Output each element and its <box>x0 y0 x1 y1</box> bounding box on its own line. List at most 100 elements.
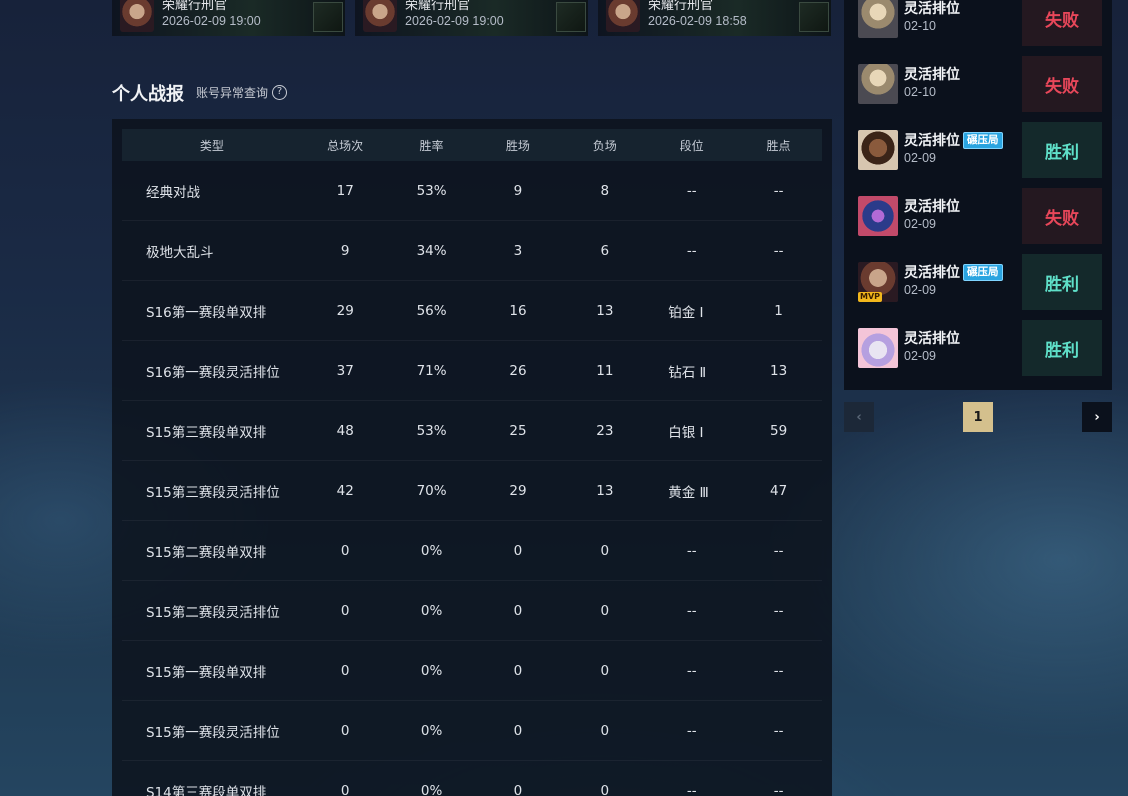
cell-losses: 13 <box>596 302 614 319</box>
table-row: S16第一赛段灵活排位 37 71% 26 11 钻石 Ⅱ 13 <box>122 341 822 401</box>
champion-avatar <box>858 64 898 104</box>
page-number-current[interactable]: 1 <box>963 402 993 432</box>
cell-type: S16第一赛段灵活排位 <box>146 364 280 381</box>
cell-wins: 16 <box>509 302 527 319</box>
cell-lp: -- <box>773 602 784 619</box>
match-item[interactable]: 灵活排位 碾压局 02-09 胜利 <box>844 122 1112 178</box>
cell-losses: 0 <box>600 542 610 559</box>
match-mode-label: 灵活排位 <box>904 1 960 17</box>
match-mode: 灵活排位 <box>904 64 960 84</box>
cell-losses: 8 <box>600 182 610 199</box>
cell-rank: -- <box>686 542 697 559</box>
match-item[interactable]: 灵活排位 02-10 失败 <box>844 56 1112 112</box>
match-time: 2026-02-09 19:00 <box>405 14 504 28</box>
table-row: 极地大乱斗 9 34% 3 6 -- -- <box>122 221 822 281</box>
match-mode: 灵活排位 <box>904 0 960 18</box>
cell-type: S15第一赛段单双排 <box>146 664 267 681</box>
cell-lp: -- <box>773 542 784 559</box>
match-time: 2026-02-09 18:58 <box>648 14 747 28</box>
match-item[interactable]: MVP 灵活排位 碾压局 02-09 胜利 <box>844 254 1112 310</box>
cell-winrate: 53% <box>416 182 447 199</box>
item-icon <box>799 2 829 32</box>
match-mode-label: 灵活排位 <box>904 265 960 281</box>
match-date: 02-09 <box>904 151 936 165</box>
next-page-button[interactable]: › <box>1082 402 1112 432</box>
cell-rank: -- <box>686 722 697 739</box>
cell-winrate: 0% <box>420 662 443 679</box>
cell-winrate: 56% <box>416 302 447 319</box>
cell-wins: 26 <box>509 362 527 379</box>
match-date: 02-09 <box>904 283 936 297</box>
cell-rank: -- <box>686 782 697 796</box>
cell-lp: -- <box>773 242 784 259</box>
header-rank: 段位 <box>679 138 704 153</box>
result-win: 胜利 <box>1022 254 1102 310</box>
champion-avatar <box>858 196 898 236</box>
cell-lp: -- <box>773 722 784 739</box>
match-mode-label: 灵活排位 <box>904 67 960 83</box>
recent-match-card[interactable]: 荣耀行刑官 2026-02-09 19:00 <box>355 0 588 36</box>
champion-avatar <box>858 0 898 38</box>
table-row: S15第二赛段单双排 0 0% 0 0 -- -- <box>122 521 822 581</box>
cell-lp: 59 <box>770 422 788 439</box>
cell-total: 42 <box>336 482 354 499</box>
section-title: 个人战报 <box>112 84 184 105</box>
recent-match-card[interactable]: 荣耀行刑官 2026-02-09 19:00 <box>112 0 345 36</box>
table-row: S14第三赛段单双排 0 0% 0 0 -- -- <box>122 761 822 796</box>
cell-total: 17 <box>336 182 354 199</box>
account-anomaly-link[interactable]: 账号异常查询 ? <box>196 84 288 101</box>
champion-name: 荣耀行刑官 <box>405 0 471 13</box>
result-win: 胜利 <box>1022 122 1102 178</box>
match-item[interactable]: 灵活排位 02-10 失败 <box>844 0 1112 46</box>
cell-total: 9 <box>340 242 350 259</box>
cell-type: 经典对战 <box>146 184 200 201</box>
match-mode-label: 灵活排位 <box>904 331 960 347</box>
cell-losses: 23 <box>596 422 614 439</box>
match-item[interactable]: 灵活排位 02-09 失败 <box>844 188 1112 244</box>
champion-avatar <box>363 0 397 32</box>
champion-avatar <box>606 0 640 32</box>
match-history-list: 灵活排位 02-10 失败 灵活排位 02-10 失败 灵活排位 碾压局 02-09 胜利 灵活排位… <box>844 0 1112 390</box>
match-item[interactable]: 灵活排位 02-09 胜利 <box>844 320 1112 376</box>
match-mode-label: 灵活排位 <box>904 133 960 149</box>
item-icon <box>556 2 586 32</box>
cell-type: 极地大乱斗 <box>146 244 214 261</box>
match-date: 02-09 <box>904 349 936 363</box>
cell-rank: -- <box>686 242 697 259</box>
table-row: S15第一赛段单双排 0 0% 0 0 -- -- <box>122 641 822 701</box>
cell-type: S14第三赛段单双排 <box>146 784 267 796</box>
cell-type: S15第三赛段单双排 <box>146 424 267 441</box>
cell-wins: 29 <box>509 482 527 499</box>
help-icon[interactable]: ? <box>272 85 288 100</box>
match-mode: 灵活排位 碾压局 <box>904 262 1003 282</box>
result-lose: 失败 <box>1022 0 1102 46</box>
champion-avatar <box>858 328 898 368</box>
cell-winrate: 53% <box>416 422 447 439</box>
match-mode: 灵活排位 <box>904 196 960 216</box>
prev-page-button[interactable]: ‹ <box>844 402 874 432</box>
recent-match-card[interactable]: 荣耀行刑官 2026-02-09 18:58 <box>598 0 831 36</box>
cell-total: 0 <box>340 542 350 559</box>
account-anomaly-label: 账号异常查询 <box>196 86 269 100</box>
result-lose: 失败 <box>1022 188 1102 244</box>
cell-wins: 0 <box>513 662 523 679</box>
cell-wins: 0 <box>513 542 523 559</box>
champion-avatar <box>120 0 154 32</box>
stats-table: 类型 总场次 胜率 胜场 负场 段位 胜点 经典对战 17 53% 9 8 -- -- 极地大… <box>112 119 832 796</box>
cell-type: S15第三赛段灵活排位 <box>146 484 280 501</box>
cell-wins: 9 <box>513 182 523 199</box>
header-losses: 负场 <box>592 138 617 153</box>
cell-winrate: 0% <box>420 722 443 739</box>
table-row: S15第三赛段灵活排位 42 70% 29 13 黄金 Ⅲ 47 <box>122 461 822 521</box>
table-row: S15第二赛段灵活排位 0 0% 0 0 -- -- <box>122 581 822 641</box>
cell-wins: 3 <box>513 242 523 259</box>
cell-losses: 13 <box>596 482 614 499</box>
cell-losses: 0 <box>600 602 610 619</box>
cell-rank: -- <box>686 182 697 199</box>
table-row: S15第一赛段灵活排位 0 0% 0 0 -- -- <box>122 701 822 761</box>
cell-rank: 白银 Ⅰ <box>668 424 704 441</box>
cell-lp: -- <box>773 662 784 679</box>
cell-type: S15第二赛段灵活排位 <box>146 604 280 621</box>
cell-losses: 0 <box>600 782 610 796</box>
cell-wins: 25 <box>509 422 527 439</box>
